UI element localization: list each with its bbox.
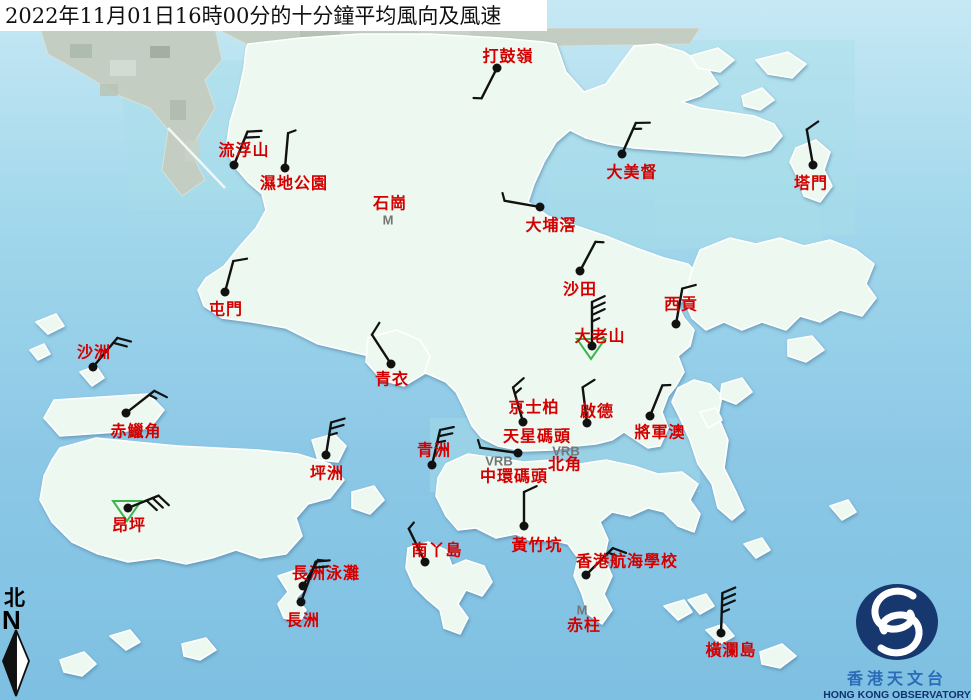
title-bar: 2022年11月01日16時00分的十分鐘平均風向及風速 [0, 0, 547, 31]
station-tag: M [577, 603, 588, 618]
station-label: 中環碼頭 [480, 467, 548, 486]
station-label: 香港航海學校 [575, 552, 678, 571]
station-label: 南丫島 [411, 541, 462, 560]
hko-logo-english: HONG KONG OBSERVATORY [823, 689, 971, 700]
station-label: 流浮山 [218, 141, 269, 160]
station-label: 啟德 [580, 402, 614, 421]
station-label: 京士柏 [508, 398, 559, 417]
page-title: 2022年11月01日16時00分的十分鐘平均風向及風速 [5, 4, 501, 28]
station-dot [809, 161, 818, 170]
station-dot [576, 267, 585, 276]
wind-barb-full [313, 566, 327, 567]
station-label: 西貢 [664, 295, 698, 314]
station-dot [514, 449, 523, 458]
station-label: 大埔滘 [525, 216, 576, 235]
station-label: 沙洲 [77, 343, 111, 362]
station-dot [618, 150, 627, 159]
station-label: 青洲 [417, 441, 451, 460]
station-label: 青衣 [375, 370, 409, 389]
wind-barb-full [245, 137, 259, 138]
station-label: 橫瀾島 [705, 641, 756, 660]
station-label: 打鼓嶺 [482, 47, 533, 66]
station-dot [582, 571, 591, 580]
station-dot [387, 360, 396, 369]
station-tag: VRB [552, 444, 579, 459]
station-label: 石崗 [372, 194, 407, 213]
station-dot [672, 320, 681, 329]
station-dot [646, 412, 655, 421]
north-label-letter: N [2, 605, 21, 635]
station-label: 屯門 [209, 300, 243, 319]
station-label: 赤柱 [567, 616, 601, 635]
station-dot [428, 461, 437, 470]
station-dot [281, 164, 290, 173]
station-dot [221, 288, 230, 297]
hk-wind-map: 打鼓嶺流浮山濕地公園石崗M大美督塔門大埔滘沙田西貢大老山屯門沙洲青衣赤鱲角京士柏… [0, 0, 971, 700]
wind-map-page: 打鼓嶺流浮山濕地公園石崗M大美督塔門大埔滘沙田西貢大老山屯門沙洲青衣赤鱲角京士柏… [0, 0, 971, 700]
station-dot [520, 522, 529, 531]
station-label: 黃竹坑 [510, 536, 562, 555]
wind-barb-full [247, 131, 261, 132]
station-label: 將軍澳 [634, 423, 685, 442]
hko-logo-chinese: 香港天文台 [846, 669, 947, 688]
station-label: 大美督 [606, 163, 657, 182]
hko-logo-ellipse [856, 584, 938, 660]
station-dot [717, 629, 726, 638]
station-label: 長洲 [286, 611, 320, 630]
station-dot [536, 203, 545, 212]
station-label: 濕地公園 [260, 174, 328, 193]
station-label: 坪洲 [310, 464, 344, 483]
station-tag: VRB [485, 454, 512, 469]
station-label: 塔門 [794, 174, 828, 193]
wind-barb-full [316, 560, 330, 561]
station-tag: M [383, 213, 394, 228]
station-label: 昂坪 [112, 516, 146, 535]
station-dot [124, 504, 133, 513]
station-dot [122, 409, 131, 418]
station-north-point: 北角VRB [548, 444, 582, 474]
station-label: 沙田 [563, 280, 597, 299]
station-dot [519, 418, 528, 427]
station-dot [297, 598, 306, 607]
station-dot [230, 161, 239, 170]
station-label: 大老山 [574, 327, 625, 346]
station-dot [89, 363, 98, 372]
station-dot [322, 451, 331, 460]
station-label: 赤鱲角 [110, 422, 161, 441]
